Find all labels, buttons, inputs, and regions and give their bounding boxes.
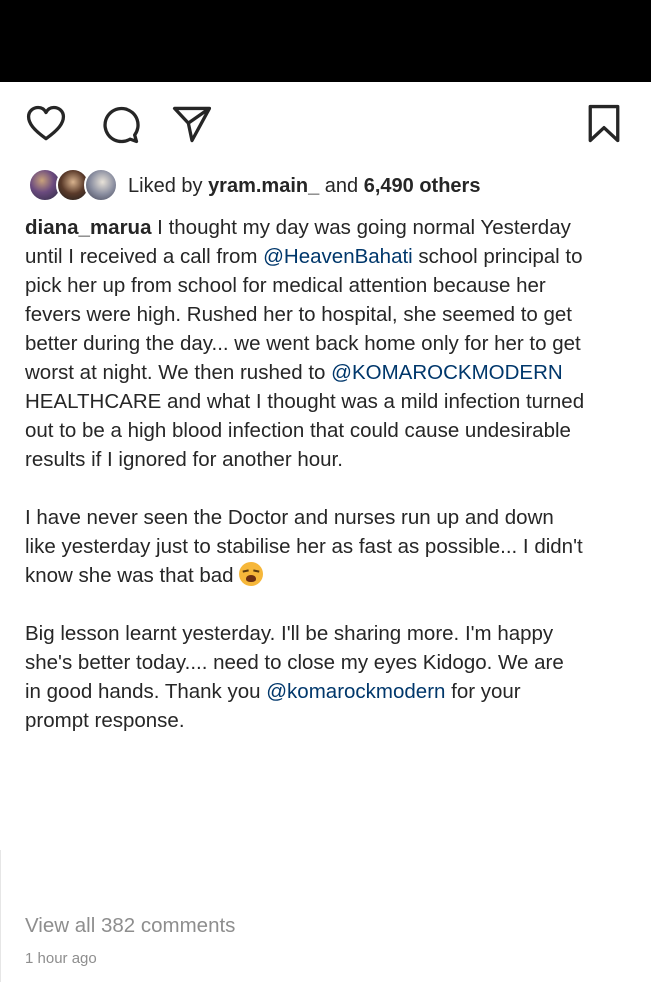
tired-face-emoji-icon <box>239 562 264 586</box>
edge-divider <box>0 850 9 982</box>
mention-link[interactable]: @komarockmodern <box>266 680 445 703</box>
likes-summary[interactable]: Liked by yram.main_ and 6,490 others <box>128 175 480 198</box>
caption-paragraph: Big lesson learnt yesterday. I'll be sha… <box>25 619 585 735</box>
post-caption: diana_marua I thought my day was going n… <box>25 213 585 735</box>
likes-count[interactable]: 6,490 others <box>364 175 481 197</box>
caption-text: I have never seen the Doctor and nurses … <box>25 506 583 587</box>
comment-button[interactable] <box>96 100 144 148</box>
caption-text: HEALTHCARE and what I thought was a mild… <box>25 390 585 471</box>
avatar[interactable] <box>84 168 118 202</box>
post-action-bar <box>0 100 651 148</box>
share-button[interactable] <box>168 100 216 148</box>
bookmark-icon <box>588 104 620 143</box>
view-all-comments-link[interactable]: View all 382 comments <box>25 914 235 938</box>
mention-link[interactable]: @KOMAROCKMODERN <box>331 361 563 384</box>
paper-plane-icon <box>172 106 212 143</box>
save-button[interactable] <box>580 100 628 148</box>
comment-icon <box>103 106 140 144</box>
post-timestamp: 1 hour ago <box>25 950 97 967</box>
likes-row: Liked by yram.main_ and 6,490 others <box>28 168 480 204</box>
like-button[interactable] <box>22 100 70 148</box>
heart-icon <box>26 105 66 141</box>
liker-avatars <box>28 168 122 204</box>
mention-link[interactable]: @HeavenBahati <box>263 245 413 268</box>
liker-username[interactable]: yram.main_ <box>208 175 319 197</box>
caption-username[interactable]: diana_marua <box>25 216 151 239</box>
likes-prefix: Liked by <box>128 174 209 197</box>
top-black-bar <box>0 0 651 82</box>
likes-joiner: and <box>319 174 364 197</box>
caption-paragraph: diana_marua I thought my day was going n… <box>25 213 585 474</box>
caption-paragraph: I have never seen the Doctor and nurses … <box>25 503 585 590</box>
